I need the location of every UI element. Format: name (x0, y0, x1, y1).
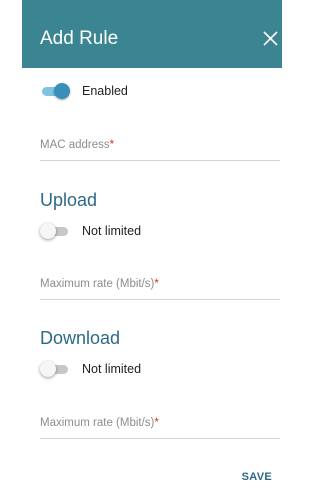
download-limit-label: Not limited (82, 362, 142, 376)
toggle-knob (54, 83, 70, 99)
dialog-title: Add Rule (40, 28, 119, 49)
close-icon (263, 31, 278, 46)
add-rule-dialog: Add Rule Enabled MAC address* Upload Not… (22, 0, 284, 492)
mac-address-field[interactable]: MAC address* (40, 134, 284, 162)
enabled-toggle[interactable] (40, 83, 70, 99)
save-button[interactable]: SAVE (242, 471, 272, 483)
enabled-label: Enabled (82, 84, 128, 98)
download-heading: Download (40, 328, 121, 348)
backdrop-strip (0, 0, 22, 492)
upload-limit-label: Not limited (82, 224, 142, 238)
download-limit-row: Not limited (40, 361, 141, 377)
mac-address-input[interactable] (40, 134, 284, 162)
download-limit-toggle[interactable] (40, 361, 70, 377)
upload-rate-field[interactable]: Maximum rate (Mbit/s)* (40, 273, 284, 301)
toggle-knob (40, 361, 56, 377)
dialog-header: Add Rule (22, 0, 282, 68)
download-rate-field[interactable]: Maximum rate (Mbit/s)* (40, 412, 284, 440)
enabled-row: Enabled (40, 83, 128, 99)
upload-limit-row: Not limited (40, 223, 141, 239)
toggle-knob (40, 223, 56, 239)
upload-rate-input[interactable] (40, 273, 284, 301)
upload-heading: Upload (40, 190, 98, 210)
download-rate-input[interactable] (40, 412, 284, 440)
close-button[interactable] (258, 27, 282, 51)
upload-limit-toggle[interactable] (40, 223, 70, 239)
